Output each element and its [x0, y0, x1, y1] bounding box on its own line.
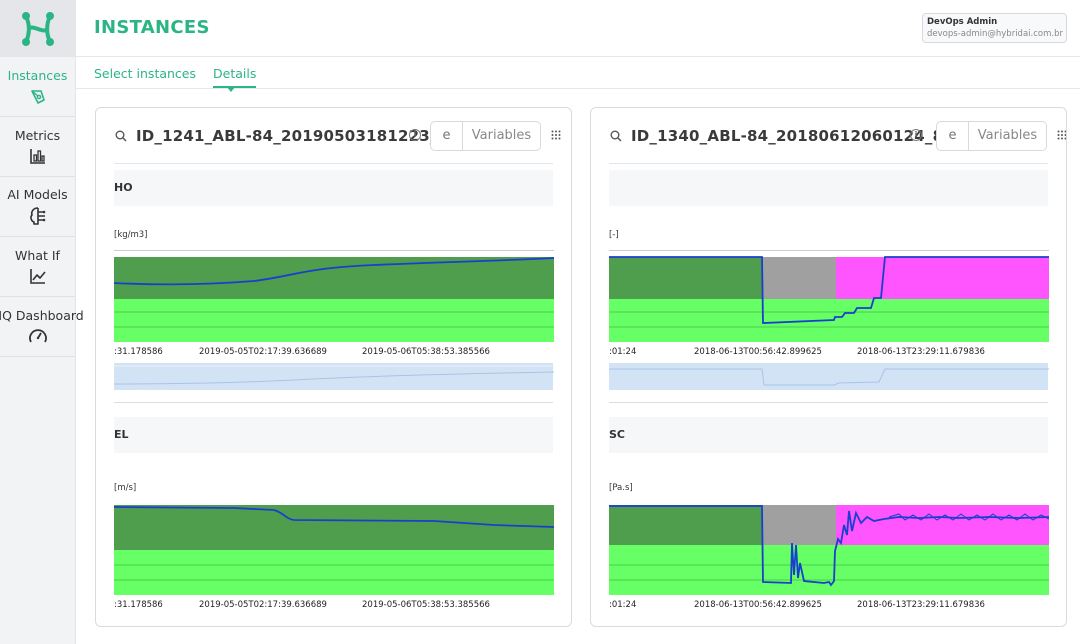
variables-button[interactable]: Variables [969, 121, 1047, 151]
range-navigator[interactable] [113, 363, 555, 390]
x-tick-label: :01:24 [609, 600, 637, 610]
x-tick-label: :31.178586 [114, 600, 163, 610]
x-tick-label: 2018-06-13T00:56:42.899625 [694, 347, 822, 357]
brain-circuit-icon [29, 207, 45, 225]
band-high [114, 505, 554, 550]
bar-chart-icon [29, 149, 45, 164]
band-high [609, 257, 762, 299]
x-tick-label: 2018-06-13T23:29:11.679836 [857, 347, 985, 357]
sidebar-item-what-if[interactable]: What If [0, 237, 75, 297]
plot-svg [609, 505, 1049, 595]
app-logo[interactable] [0, 0, 75, 57]
speedometer-icon [28, 329, 47, 343]
user-name: DevOps Admin [927, 17, 998, 27]
plot-svg [114, 505, 554, 595]
tab-details[interactable]: Details [213, 66, 257, 88]
sidebar-item-label: MQ Dashboard [0, 308, 84, 323]
pen-tool-icon [30, 90, 45, 104]
x-tick-label: 2018-06-13T23:29:11.679836 [857, 600, 985, 610]
search-icon[interactable] [115, 130, 127, 142]
page-title: INSTANCES [94, 17, 210, 38]
sidebar-item-label: What If [15, 248, 60, 263]
divider [609, 402, 1048, 403]
sidebar: Instances Metrics AI Models What If MQ D… [0, 0, 84, 644]
info-icon[interactable]: i [409, 129, 421, 141]
e-button[interactable]: e [430, 121, 463, 151]
band-normal [609, 545, 1049, 595]
search-icon[interactable] [610, 130, 622, 142]
time-series-plot[interactable] [609, 503, 1049, 595]
x-tick-label: 2019-05-06T05:38:53.385566 [362, 600, 490, 610]
hybrid-h-logo-icon [21, 11, 54, 46]
band-gray [762, 505, 836, 545]
navigator-svg [609, 368, 1049, 386]
y-axis-unit: [-] [609, 230, 619, 240]
active-tab-indicator [227, 87, 235, 92]
grid-menu-icon[interactable] [1057, 130, 1067, 140]
instance-title: ID_1340_ABL-84_20180612060124_83 [631, 127, 954, 145]
divider [114, 402, 553, 403]
panel-header: ID_1340_ABL-84_20180612060124_83 i e Var… [591, 108, 1066, 164]
tab-bar: Select instances Details [76, 57, 1080, 92]
divider [114, 163, 553, 164]
sidebar-item-mq-dashboard[interactable]: MQ Dashboard [0, 297, 84, 357]
sidebar-item-label: AI Models [7, 187, 68, 202]
band-high [609, 505, 762, 545]
x-tick-label: 2018-06-13T00:56:42.899625 [694, 600, 822, 610]
chart-section-title: SC [609, 417, 1048, 453]
x-tick-label: :01:24 [609, 347, 637, 357]
chart-section-title: HO [114, 170, 553, 206]
info-icon[interactable]: i [910, 129, 922, 141]
sidebar-item-ai-models[interactable]: AI Models [0, 177, 75, 237]
time-series-plot[interactable] [609, 250, 1049, 342]
grid-menu-icon[interactable] [551, 130, 561, 140]
time-series-plot[interactable] [114, 503, 554, 595]
x-tick-label: :31.178586 [114, 347, 163, 357]
top-header: INSTANCES DevOps Admin devops-admin@hybr… [76, 0, 1080, 57]
user-menu[interactable]: DevOps Admin devops-admin@hybridai.com.b… [922, 13, 1067, 43]
band-gray [762, 257, 836, 299]
chart-section-title: EL [114, 417, 553, 453]
time-series-plot[interactable] [114, 250, 554, 342]
x-tick-label: 2019-05-06T05:38:53.385566 [362, 347, 490, 357]
range-navigator[interactable] [609, 363, 1049, 390]
band-normal [114, 550, 554, 595]
band-magenta [836, 257, 1049, 299]
y-axis-unit: [kg/m3] [114, 230, 148, 240]
sidebar-item-label: Metrics [14, 128, 61, 143]
band-normal [114, 299, 554, 342]
user-email: devops-admin@hybridai.com.br [927, 29, 1063, 39]
navigator-svg [113, 365, 555, 385]
y-axis-unit: [m/s] [114, 483, 137, 493]
divider [609, 163, 1048, 164]
sidebar-item-instances[interactable]: Instances [0, 57, 75, 117]
line-chart-icon [29, 269, 46, 284]
band-high [114, 257, 554, 299]
e-button[interactable]: e [936, 121, 969, 151]
instance-panel: ID_1340_ABL-84_20180612060124_83 i e Var… [590, 107, 1067, 627]
band-magenta [836, 505, 1049, 545]
chart-section-title [609, 170, 1048, 206]
tab-select-instances[interactable]: Select instances [94, 66, 196, 81]
y-axis-unit: [Pa.s] [609, 483, 633, 493]
variables-button[interactable]: Variables [463, 121, 541, 151]
x-tick-label: 2019-05-05T02:17:39.636689 [199, 600, 327, 610]
x-tick-label: 2019-05-05T02:17:39.636689 [199, 347, 327, 357]
sidebar-item-metrics[interactable]: Metrics [0, 117, 75, 177]
plot-svg [609, 250, 1049, 342]
plot-svg [114, 250, 554, 342]
instance-panel: ID_1241_ABL-84_20190503181223_13 i e Var… [95, 107, 572, 627]
panel-header: ID_1241_ABL-84_20190503181223_13 i e Var… [96, 108, 571, 164]
sidebar-item-label: Instances [7, 68, 68, 83]
